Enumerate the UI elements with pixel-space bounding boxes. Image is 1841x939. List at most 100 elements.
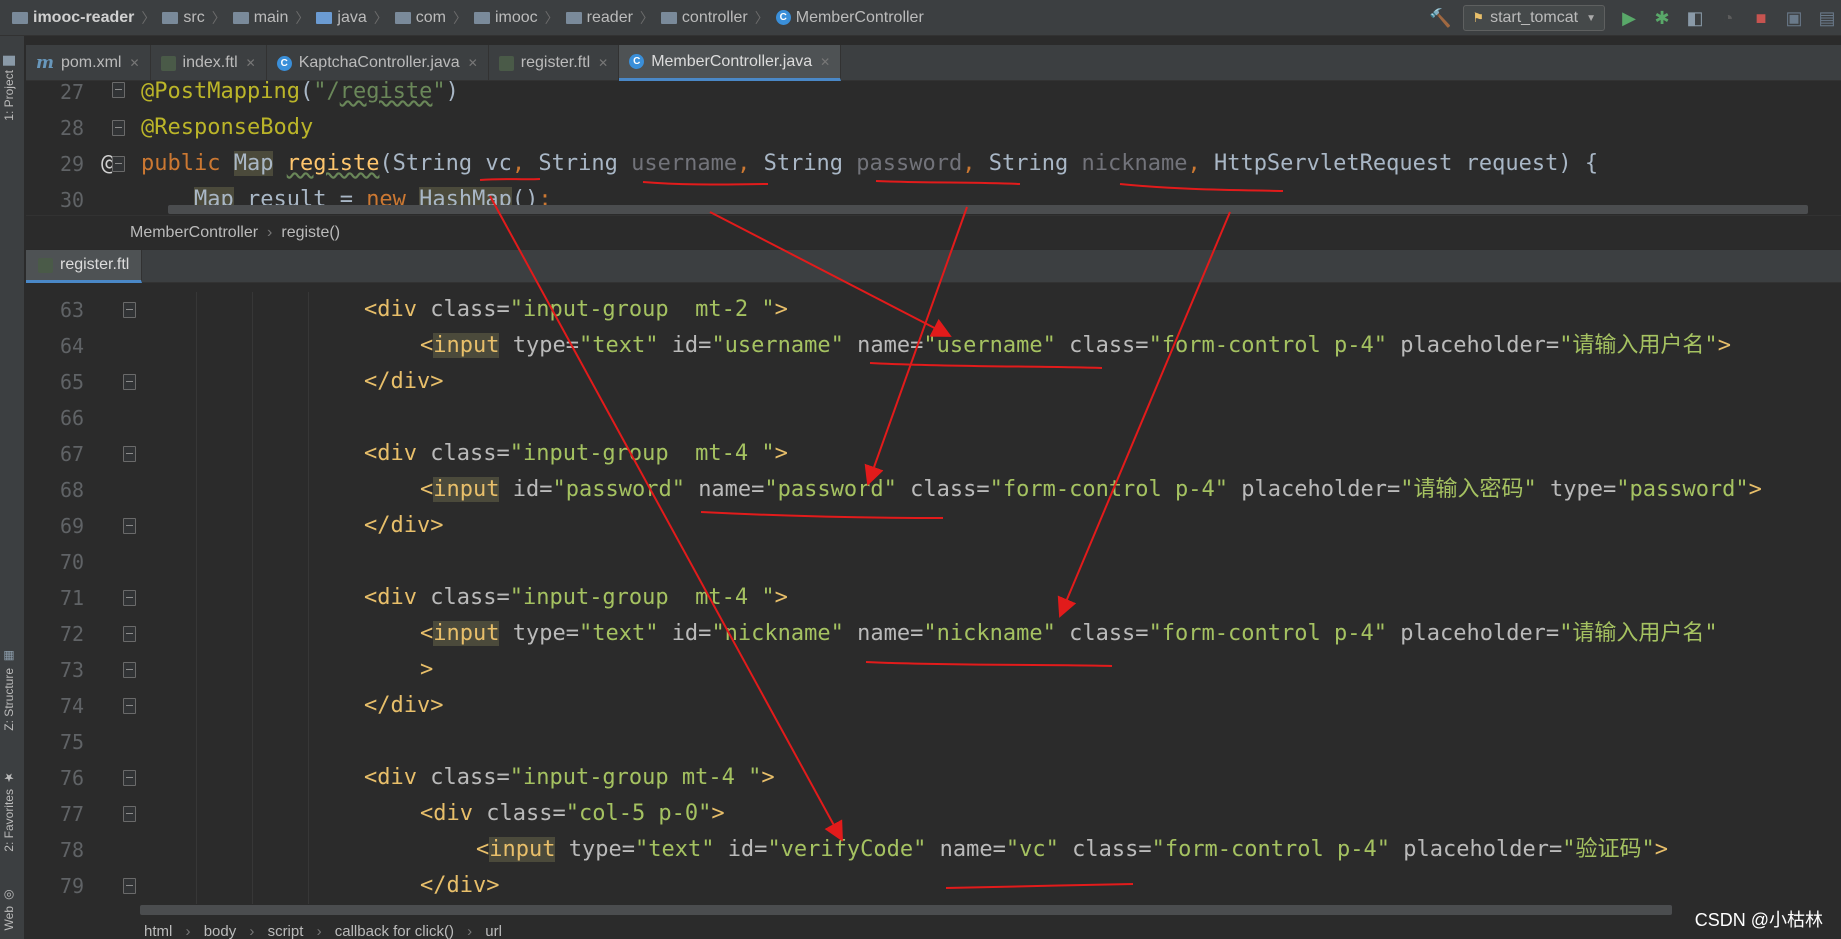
horizontal-scrollbar[interactable] <box>140 905 1672 915</box>
favorites-tool-tab[interactable]: 2: Favorites ★ <box>2 771 16 852</box>
code-line-79: </div> <box>420 873 500 898</box>
breadcrumb-label: MemberController <box>795 8 924 26</box>
tool-tab-label: 1: Project <box>2 70 16 121</box>
close-icon[interactable]: ✕ <box>129 56 139 70</box>
tab-register-ftl-split[interactable]: register.ftl <box>26 250 143 283</box>
fold-icon[interactable] <box>112 82 125 98</box>
tool-tab-label: Web <box>2 906 16 931</box>
fold-icon[interactable] <box>123 806 136 822</box>
line-number: 66 <box>60 406 85 430</box>
ftl-file-icon <box>38 257 53 273</box>
fold-icon[interactable] <box>112 156 125 172</box>
coverage-icon[interactable]: ◧ <box>1685 8 1705 28</box>
run-configuration-select[interactable]: ⚑ start_tomcat ▼ <box>1463 5 1605 31</box>
breadcrumb-label: reader <box>586 8 633 26</box>
profile-icon[interactable]: ◔ <box>1718 8 1738 28</box>
breadcrumb-item[interactable]: script <box>268 923 304 939</box>
breadcrumb-reader[interactable]: reader <box>565 8 633 27</box>
breadcrumb-item[interactable]: html <box>144 923 172 939</box>
tab-label: register.ftl <box>520 54 591 71</box>
ftl-code-breadcrumb: html › body › script › callback for clic… <box>26 923 1841 939</box>
source-folder-icon <box>316 11 333 24</box>
project-tool-tab[interactable]: 1: Project <box>2 56 16 121</box>
class-icon: C <box>775 10 791 25</box>
breadcrumb-imooc[interactable]: imooc <box>473 8 538 27</box>
breadcrumb-main[interactable]: main <box>232 9 288 27</box>
line-number: 70 <box>60 550 85 574</box>
code-line-71: <div class="input-group mt-4 "> <box>364 585 788 610</box>
build-hammer-icon[interactable]: 🔨 <box>1429 8 1451 28</box>
breadcrumb-class[interactable]: MemberController <box>130 224 258 242</box>
tab-label: pom.xml <box>61 54 122 71</box>
line-number: 73 <box>60 658 85 682</box>
code-line-69: </div> <box>364 513 444 538</box>
fold-icon[interactable] <box>123 878 136 894</box>
tab-label: MemberController.java <box>651 52 813 70</box>
fold-icon[interactable] <box>123 518 136 534</box>
class-icon: C <box>276 55 292 71</box>
breadcrumb-method[interactable]: registe() <box>281 224 340 242</box>
fold-icon[interactable] <box>123 770 136 786</box>
fold-icon[interactable] <box>123 374 136 390</box>
project-structure-icon[interactable]: ▤ <box>1817 8 1837 28</box>
chevron-down-icon: ▼ <box>1586 12 1596 24</box>
line-number: 27 <box>60 80 85 104</box>
stop-icon[interactable]: ■ <box>1751 8 1771 28</box>
close-icon[interactable]: ✕ <box>246 56 256 70</box>
breadcrumb-project[interactable]: imooc-reader <box>12 9 134 27</box>
breadcrumb-item[interactable]: body <box>204 923 237 939</box>
horizontal-scrollbar[interactable] <box>168 205 1808 214</box>
breadcrumb-com[interactable]: com <box>394 9 446 27</box>
close-icon[interactable]: ✕ <box>468 56 478 70</box>
indent-guide <box>196 292 197 904</box>
line-number: 75 <box>60 730 85 754</box>
line-number: 78 <box>60 838 85 862</box>
breadcrumb-label: imooc <box>494 8 538 26</box>
fold-icon[interactable] <box>123 446 136 462</box>
breadcrumb-controller[interactable]: controller <box>660 9 748 27</box>
code-line-78: <input type="text" id="verifyCode" name=… <box>476 837 1668 862</box>
line-number: 64 <box>60 334 85 358</box>
line-number: 67 <box>60 442 85 466</box>
debug-icon[interactable]: ✱ <box>1652 8 1672 28</box>
breadcrumb-item[interactable]: callback for click() <box>335 923 454 939</box>
left-tool-strip: 1: Project Z: Structure ▦ 2: Favorites ★ W… <box>0 36 25 939</box>
close-icon[interactable]: ✕ <box>820 55 830 69</box>
line-number: 77 <box>60 802 85 826</box>
code-line-63: <div class="input-group mt-2 "> <box>364 297 788 322</box>
fold-icon[interactable] <box>123 302 136 318</box>
web-tool-tab[interactable]: Web ◎ <box>2 888 16 930</box>
watermark: CSDN @小枯林 <box>1694 910 1823 930</box>
navigation-bar: imooc-reader 〉 src 〉 main 〉 java 〉 com 〉… <box>0 0 1841 36</box>
indent-guide <box>308 292 309 904</box>
breadcrumb-class[interactable]: C MemberController <box>775 8 924 27</box>
structure-tool-tab[interactable]: Z: Structure ▦ <box>2 650 16 731</box>
package-icon <box>473 11 490 24</box>
fold-icon[interactable] <box>123 626 136 642</box>
folder-icon <box>162 11 179 24</box>
fold-icon[interactable] <box>123 698 136 714</box>
run-toolbar: 🔨 ⚑ start_tomcat ▼ ▶ ✱ ◧ ◔ ■ ▣ ▤ <box>1429 0 1841 36</box>
breadcrumb-java[interactable]: java <box>316 9 367 27</box>
code-line-65: </div> <box>364 369 444 394</box>
line-number: 69 <box>60 514 85 538</box>
fold-icon[interactable] <box>112 120 125 136</box>
build-artifacts-icon[interactable]: ▣ <box>1784 8 1804 28</box>
breadcrumb-src[interactable]: src <box>162 9 205 27</box>
breadcrumb-separator: 〉 <box>211 9 226 26</box>
structure-icon: ▦ <box>2 650 16 664</box>
fold-icon[interactable] <box>123 662 136 678</box>
ftl-editor[interactable]: 63 64 65 66 67 68 69 70 71 72 73 74 75 7… <box>26 292 1841 904</box>
close-icon[interactable]: ✕ <box>598 56 608 70</box>
line-number: 68 <box>60 478 85 502</box>
line-number: 63 <box>60 298 85 322</box>
project-folder-icon <box>12 11 28 24</box>
java-editor[interactable]: 27 28 29 30 @ @PostMapping("/registe") @… <box>26 74 1841 215</box>
run-icon[interactable]: ▶ <box>1619 8 1639 28</box>
breadcrumb-separator: 〉 <box>373 9 388 26</box>
java-code-breadcrumb: MemberController › registe() <box>26 215 1841 249</box>
breadcrumb-separator: 〉 <box>295 9 310 26</box>
fold-icon[interactable] <box>123 590 136 606</box>
globe-icon: ◎ <box>2 888 16 902</box>
breadcrumb-item[interactable]: url <box>485 923 502 939</box>
